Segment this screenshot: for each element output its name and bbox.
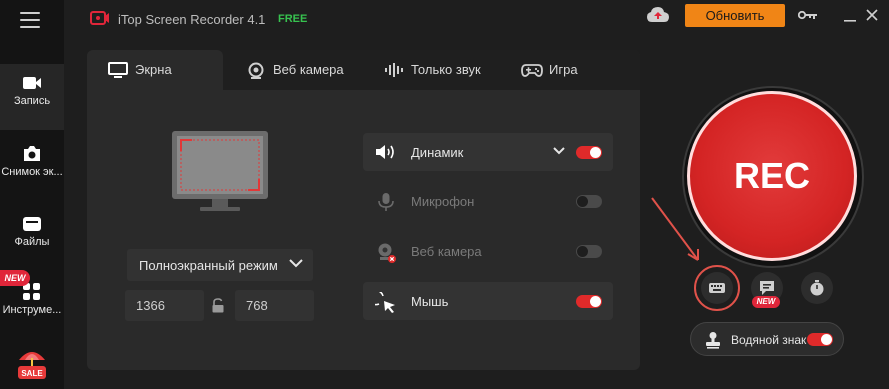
monitor-icon <box>108 62 128 78</box>
speaker-icon <box>376 145 394 159</box>
sidebar-item-label: Снимок эк... <box>1 166 63 178</box>
option-label: Мышь <box>411 294 449 309</box>
capture-mode-value: Полноэкранный режим <box>139 258 278 273</box>
lock-icon[interactable] <box>211 298 225 313</box>
new-badge: NEW <box>0 270 30 286</box>
chevron-down-icon <box>289 259 303 268</box>
capture-mode-select[interactable]: Полноэкранный режим <box>127 249 313 281</box>
speaker-toggle[interactable] <box>576 146 602 159</box>
option-label: Микрофон <box>411 194 475 209</box>
height-input[interactable]: 768 <box>235 290 314 321</box>
audio-wave-icon <box>385 63 403 77</box>
microphone-toggle[interactable] <box>576 195 602 208</box>
tab-label: Только звук <box>411 62 481 77</box>
tab-screen[interactable]: Экрна <box>87 50 223 90</box>
folder-icon <box>23 217 41 231</box>
option-webcam[interactable]: Веб камера <box>363 232 613 270</box>
watermark-toggle[interactable] <box>807 333 833 346</box>
sale-promo[interactable]: SALE <box>0 340 64 384</box>
sidebar-item-label: Инструме... <box>2 304 62 316</box>
new-badge: NEW <box>752 296 780 308</box>
tab-label: Экрна <box>135 62 172 77</box>
option-microphone[interactable]: Микрофон <box>363 182 613 220</box>
close-icon[interactable] <box>865 8 879 22</box>
minimize-icon[interactable] <box>843 9 857 23</box>
app-title: iTop Screen Recorder 4.1 <box>118 12 266 27</box>
sale-text: SALE <box>21 369 43 378</box>
option-label: Динамик <box>411 145 464 160</box>
sidebar-item-label: Файлы <box>14 236 50 248</box>
webcam-icon <box>378 243 396 263</box>
subtitle-icon <box>760 281 774 295</box>
width-value: 1366 <box>136 298 165 313</box>
menu-icon[interactable] <box>20 12 40 30</box>
tab-audio-only[interactable]: Только звук <box>381 50 501 90</box>
width-input[interactable]: 1366 <box>125 290 204 321</box>
keyboard-icon <box>709 283 725 293</box>
option-mouse[interactable]: Мышь <box>363 282 613 320</box>
webcam-toggle[interactable] <box>576 245 602 258</box>
timer-icon <box>810 280 824 296</box>
main-panel: Экрна Веб камера Только звук Игра Полноэ… <box>87 50 640 370</box>
watermark-label: Водяной знак <box>731 333 807 347</box>
timer-button[interactable] <box>801 272 833 304</box>
sidebar-item-files[interactable]: Файлы <box>0 204 64 270</box>
edition-badge: FREE <box>278 13 308 25</box>
sidebar-item-label: Запись <box>13 95 51 107</box>
height-value: 768 <box>246 298 268 313</box>
key-icon[interactable] <box>798 10 818 20</box>
option-speaker[interactable]: Динамик <box>363 133 613 171</box>
watermark-button[interactable]: Водяной знак <box>690 322 844 356</box>
sale-umbrella-icon: SALE <box>18 352 46 379</box>
app-logo-icon <box>90 11 109 25</box>
stamp-icon <box>706 332 720 349</box>
tab-label: Игра <box>549 62 578 77</box>
mouse-toggle[interactable] <box>576 295 602 308</box>
option-label: Веб камера <box>411 244 482 259</box>
tab-webcam[interactable]: Веб камера <box>237 50 367 90</box>
title-bar: iTop Screen Recorder 4.1 FREE Обновить <box>64 0 889 38</box>
update-button[interactable]: Обновить <box>685 4 785 27</box>
tab-label: Веб камера <box>273 62 344 77</box>
sidebar-item-record[interactable]: Запись <box>0 64 64 130</box>
video-camera-icon <box>23 77 41 89</box>
microphone-icon <box>378 193 394 211</box>
chevron-down-icon[interactable] <box>553 147 565 155</box>
sidebar: Запись Снимок эк... Файлы Инструме... NE… <box>0 0 64 389</box>
gamepad-icon <box>521 64 543 77</box>
pointer-arrow <box>651 197 699 261</box>
mouse-click-icon <box>375 292 395 313</box>
tab-game[interactable]: Игра <box>521 50 611 90</box>
sidebar-item-screenshot[interactable]: Снимок эк... <box>0 134 64 200</box>
cloud-icon[interactable] <box>646 6 670 24</box>
mode-tabs: Экрна Веб камера Только звук Игра <box>87 50 640 90</box>
camera-icon <box>24 146 40 161</box>
region-preview[interactable] <box>172 131 268 217</box>
keyboard-button[interactable] <box>701 272 733 304</box>
rec-button[interactable]: REC <box>687 91 857 261</box>
webcam-icon <box>248 62 264 79</box>
